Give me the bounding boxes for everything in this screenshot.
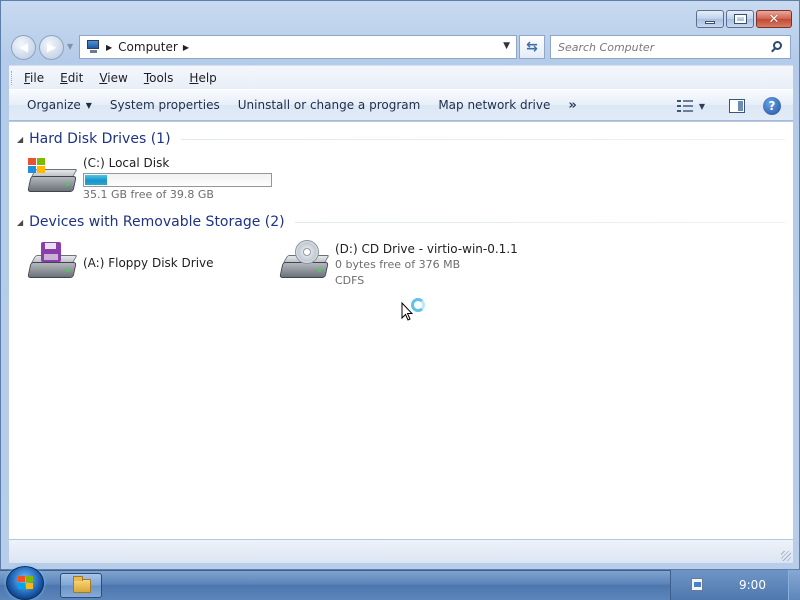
close-button[interactable]: ✕ (756, 10, 792, 28)
caption-buttons: ✕ (696, 10, 792, 28)
collapse-triangle-icon[interactable]: ◢ (17, 135, 23, 144)
menu-tools[interactable]: Tools (144, 71, 174, 85)
group-header-hard-disks[interactable]: ◢ Hard Disk Drives (1) (9, 129, 785, 149)
cd-drive-icon (279, 240, 330, 282)
preview-pane-icon[interactable] (729, 99, 745, 113)
taskbar-clock[interactable]: 9:00 (739, 578, 766, 592)
drive-item-a[interactable]: (A:) Floppy Disk Drive (27, 242, 214, 282)
group-divider (294, 221, 785, 223)
system-tray: 9:00 (670, 570, 800, 600)
drive-free-space: 0 bytes free of 376 MB (335, 258, 461, 271)
uninstall-program-button[interactable]: Uninstall or change a program (229, 98, 430, 112)
address-bar[interactable]: ▶ Computer ▶ ▼ (79, 35, 517, 59)
breadcrumb-chevron-icon[interactable]: ▶ (183, 43, 189, 52)
back-button[interactable]: ◀ (11, 35, 36, 60)
address-dropdown-icon[interactable]: ▼ (503, 41, 510, 51)
busy-cursor-icon (401, 298, 431, 322)
drive-name: (D:) CD Drive - virtio-win-0.1.1 (335, 242, 518, 256)
group-divider (180, 138, 785, 140)
refresh-icon: ⇆ (526, 39, 538, 55)
forward-button[interactable]: ▶ (39, 35, 64, 60)
maximize-icon (733, 14, 747, 24)
maximize-button[interactable] (726, 10, 754, 28)
views-dropdown-icon[interactable]: ▼ (699, 102, 705, 111)
navigation-row: ◀ ▶ ▼ ▶ Computer ▶ ▼ ⇆ (1, 31, 799, 63)
drive-filesystem: CDFS (335, 274, 365, 287)
start-button[interactable] (6, 566, 44, 600)
menu-file[interactable]: File (24, 71, 44, 85)
drive-name: (A:) Floppy Disk Drive (83, 256, 214, 270)
back-arrow-icon: ◀ (18, 40, 29, 54)
folder-icon (73, 576, 91, 593)
drive-item-c[interactable]: (C:) Local Disk 35.1 GB free of 39.8 GB (27, 156, 272, 203)
refresh-button[interactable]: ⇆ (519, 35, 545, 59)
floppy-drive-icon (27, 242, 78, 282)
collapse-triangle-icon[interactable]: ◢ (17, 218, 23, 227)
search-box (550, 35, 791, 59)
change-view-icon[interactable] (676, 99, 695, 113)
menu-grip (11, 70, 14, 85)
more-commands-button[interactable]: » (559, 98, 585, 113)
system-properties-button[interactable]: System properties (101, 98, 229, 112)
resize-grip[interactable] (781, 551, 791, 561)
menu-help[interactable]: Help (189, 71, 216, 85)
map-network-drive-button[interactable]: Map network drive (429, 98, 559, 112)
explorer-window: ✕ ◀ ▶ ▼ ▶ Computer ▶ ▼ ⇆ File Edit View … (0, 0, 800, 570)
minimize-icon (705, 20, 715, 24)
group-title: Hard Disk Drives (1) (29, 131, 171, 147)
organize-button[interactable]: Organize ▼ (9, 98, 101, 112)
windows-logo-icon (18, 576, 34, 590)
close-icon: ✕ (768, 11, 780, 27)
capacity-bar (83, 173, 272, 187)
drive-free-space: 35.1 GB free of 39.8 GB (83, 188, 214, 201)
group-title: Devices with Removable Storage (2) (29, 214, 285, 230)
help-icon[interactable]: ? (763, 97, 781, 115)
recent-pages-dropdown-icon[interactable]: ▼ (67, 42, 73, 51)
taskbar-explorer-button[interactable] (60, 573, 102, 598)
drive-name: (C:) Local Disk (83, 156, 170, 170)
status-bar (9, 539, 793, 563)
forward-arrow-icon: ▶ (46, 40, 57, 54)
chevron-down-icon: ▼ (85, 100, 92, 110)
breadcrumb-chevron-icon[interactable]: ▶ (106, 43, 112, 52)
menu-view[interactable]: View (99, 71, 127, 85)
search-icon[interactable] (770, 40, 784, 54)
computer-icon (85, 40, 101, 54)
content-pane: ◢ Hard Disk Drives (1) (C:) Local Disk 3… (9, 122, 793, 539)
capacity-fill (85, 175, 108, 185)
command-bar: Organize ▼ System properties Uninstall or… (9, 89, 793, 121)
action-center-icon[interactable] (691, 578, 703, 591)
breadcrumb-computer[interactable]: Computer (118, 40, 178, 54)
menu-edit[interactable]: Edit (60, 71, 83, 85)
drive-item-d[interactable]: (D:) CD Drive - virtio-win-0.1.1 0 bytes… (279, 240, 518, 289)
hard-disk-windows-icon (27, 156, 78, 196)
show-desktop-button[interactable] (788, 570, 800, 600)
menu-bar: File Edit View Tools Help (9, 65, 793, 89)
search-input[interactable] (551, 36, 761, 58)
minimize-button[interactable] (696, 10, 724, 28)
group-header-removable[interactable]: ◢ Devices with Removable Storage (2) (9, 212, 785, 232)
